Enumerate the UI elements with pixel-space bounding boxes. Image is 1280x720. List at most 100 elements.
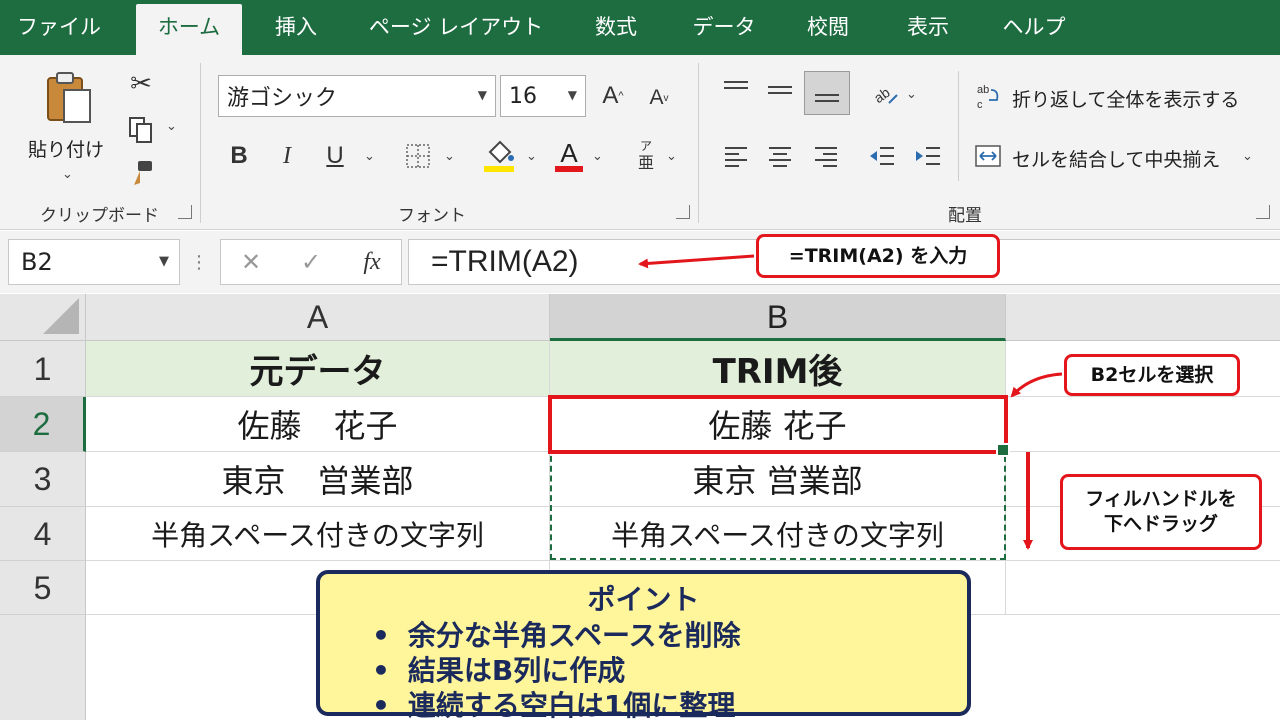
merge-dropdown-icon[interactable]: ⌄ — [1242, 149, 1253, 164]
select-all-button[interactable] — [0, 294, 86, 341]
italic-button[interactable]: I — [274, 139, 300, 173]
name-box[interactable]: B2 ▼ — [8, 239, 180, 285]
borders-dropdown-icon[interactable]: ⌄ — [444, 149, 455, 164]
ribbon: 貼り付け ⌄ ✂ ⌄ クリップボード 游ゴシック ▼ 16 ▼ A ^ Av B … — [0, 55, 1280, 230]
name-box-value: B2 — [21, 248, 53, 276]
borders-icon[interactable] — [400, 139, 436, 173]
tab-page-layout[interactable]: ページ レイアウト — [356, 0, 556, 55]
increase-font-icon[interactable]: A ^ — [598, 79, 628, 113]
tab-file[interactable]: ファイル — [0, 0, 118, 55]
enter-check-icon[interactable]: ✓ — [295, 246, 327, 278]
row-header-2[interactable]: 2 — [0, 397, 86, 452]
insert-function-icon[interactable]: fx — [355, 246, 389, 278]
cell-c2[interactable] — [1006, 397, 1280, 452]
phonetic-dropdown-icon[interactable]: ⌄ — [666, 149, 677, 164]
decrease-font-icon[interactable]: Av — [644, 81, 674, 115]
active-cell-outline — [548, 395, 1008, 454]
font-size-select[interactable]: 16 ▼ — [500, 75, 586, 117]
chevron-down-icon: ▼ — [477, 88, 487, 102]
cell-c5[interactable] — [1006, 561, 1280, 615]
fill-color-dropdown-icon[interactable]: ⌄ — [526, 149, 537, 164]
clipboard-launcher-icon[interactable] — [178, 205, 192, 219]
align-right-icon[interactable] — [808, 141, 844, 171]
row-header-5[interactable]: 5 — [0, 561, 86, 615]
point-item: 結果はB列に作成 — [372, 653, 967, 688]
underline-button[interactable]: U — [322, 139, 348, 173]
tab-review[interactable]: 校閲 — [790, 0, 866, 55]
orientation-dropdown-icon[interactable]: ⌄ — [906, 87, 917, 102]
wrap-text-icon[interactable]: ab c — [974, 81, 1002, 111]
callout-formula: =TRIM(A2) を入力 — [756, 234, 1000, 278]
column-header-a[interactable]: A — [86, 294, 550, 341]
copy-dropdown-icon[interactable]: ⌄ — [166, 119, 177, 134]
ribbon-tab-bar: ファイル ホーム 挿入 ページ レイアウト 数式 データ 校閲 表示 ヘルプ — [0, 0, 1280, 55]
cell-a1[interactable]: 元データ — [86, 341, 550, 397]
tab-data[interactable]: データ — [676, 0, 772, 55]
select-all-triangle-icon — [43, 298, 79, 334]
font-launcher-icon[interactable] — [676, 205, 690, 219]
point-title: ポイント — [587, 583, 700, 616]
paste-button[interactable]: 貼り付け — [28, 135, 104, 162]
phonetic-guide-icon[interactable]: ア亜 — [632, 135, 660, 175]
align-left-icon[interactable] — [718, 141, 754, 171]
svg-text:c: c — [977, 99, 983, 110]
decrease-indent-icon[interactable] — [864, 141, 900, 171]
increase-indent-icon[interactable] — [910, 141, 946, 171]
row-header-blank — [0, 615, 86, 720]
row-header-1[interactable]: 1 — [0, 341, 86, 397]
cell-a3[interactable]: 東京 営業部 — [86, 452, 550, 507]
font-color-icon[interactable]: A — [552, 135, 586, 175]
copy-icon[interactable] — [124, 113, 158, 147]
middle-align-icon[interactable] — [762, 75, 798, 105]
formula-bar: B2 ▼ ⋮ ✕ ✓ fx =TRIM(A2) — [0, 231, 1280, 293]
merge-center-button[interactable]: セルを結合して中央揃え — [1012, 145, 1220, 172]
svg-text:ab: ab — [977, 84, 989, 96]
paste-icon[interactable] — [36, 67, 100, 129]
column-header-b[interactable]: B — [550, 294, 1006, 341]
tab-formulas[interactable]: 数式 — [572, 0, 660, 55]
fill-color-icon[interactable] — [480, 135, 518, 175]
row-header-4[interactable]: 4 — [0, 507, 86, 561]
align-center-icon[interactable] — [762, 141, 798, 171]
font-size-value: 16 — [509, 83, 537, 109]
chevron-down-icon: ▼ — [159, 254, 169, 269]
underline-dropdown-icon[interactable]: ⌄ — [364, 149, 375, 164]
cell-a4[interactable]: 半角スペース付きの文字列 — [86, 507, 550, 561]
point-list: 余分な半角スペースを削除 結果はB列に作成 連続する空白は1個に整理 — [372, 618, 967, 720]
bottom-align-icon[interactable] — [804, 71, 850, 115]
clipboard-group-label: クリップボード — [40, 206, 159, 226]
chevron-down-icon: ▼ — [567, 88, 577, 102]
orientation-icon[interactable]: ab — [866, 77, 902, 109]
svg-text:A: A — [560, 138, 578, 168]
alignment-launcher-icon[interactable] — [1256, 205, 1270, 219]
tab-home[interactable]: ホーム — [136, 4, 242, 55]
point-item: 連続する空白は1個に整理 — [372, 688, 967, 720]
callout-select: B2セルを選択 — [1064, 354, 1240, 396]
row-header-3[interactable]: 3 — [0, 452, 86, 507]
fill-handle[interactable] — [996, 443, 1010, 457]
font-color-dropdown-icon[interactable]: ⌄ — [592, 149, 603, 164]
format-painter-icon[interactable] — [124, 157, 158, 191]
tab-insert[interactable]: 挿入 — [250, 0, 342, 55]
more-dots-icon[interactable]: ⋮ — [190, 249, 208, 275]
bold-button[interactable]: B — [226, 139, 252, 173]
cut-icon[interactable]: ✂ — [124, 67, 158, 101]
cell-a2[interactable]: 佐藤 花子 — [86, 397, 550, 452]
point-box: ポイント 余分な半角スペースを削除 結果はB列に作成 連続する空白は1個に整理 — [316, 570, 971, 720]
top-align-icon[interactable] — [718, 75, 754, 105]
separator — [698, 63, 699, 223]
cancel-icon[interactable]: ✕ — [235, 246, 267, 278]
svg-text:ア: ア — [640, 139, 652, 153]
tab-view[interactable]: 表示 — [888, 0, 968, 55]
merge-center-icon[interactable] — [974, 141, 1002, 171]
cell-b1[interactable]: TRIM後 — [550, 341, 1006, 397]
tab-help[interactable]: ヘルプ — [986, 0, 1082, 55]
point-item: 余分な半角スペースを削除 — [372, 618, 967, 653]
wrap-text-button[interactable]: 折り返して全体を表示する — [1012, 85, 1239, 112]
paste-dropdown-icon[interactable]: ⌄ — [62, 167, 73, 182]
font-group-label: フォント — [398, 206, 466, 226]
column-header-c[interactable] — [1006, 294, 1280, 341]
callout-fill-handle: フィルハンドルを 下へドラッグ — [1060, 474, 1262, 550]
svg-text:亜: 亜 — [638, 153, 654, 172]
font-name-select[interactable]: 游ゴシック ▼ — [218, 75, 496, 117]
